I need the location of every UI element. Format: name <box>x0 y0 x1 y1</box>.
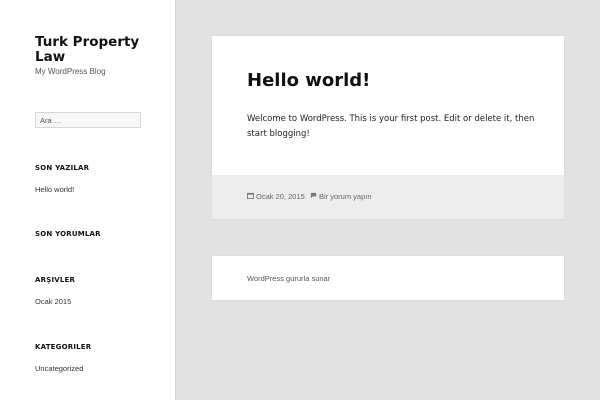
widget-title-recent-comments: SON YORUMLAR <box>35 230 101 238</box>
category-link[interactable]: Uncategorized <box>35 364 83 373</box>
post-content: Welcome to WordPress. This is your first… <box>247 114 535 139</box>
footer-credit-link[interactable]: WordPress gururla sunar <box>247 274 330 283</box>
widget-title-archives: ARŞIVLER <box>35 276 76 284</box>
post-date-text[interactable]: Ocak 20, 2015 <box>256 192 305 201</box>
post-title[interactable]: Hello world! <box>247 70 370 91</box>
comment-icon <box>310 192 317 201</box>
post-date[interactable]: Ocak 20, 2015 <box>247 192 305 201</box>
recent-post-link[interactable]: Hello world! <box>35 185 74 194</box>
site-description: My WordPress Blog <box>35 67 106 76</box>
site-footer: WordPress gururla sunar <box>211 255 565 301</box>
post-card: Hello world! Welcome to WordPress. This … <box>211 35 565 220</box>
post-comment[interactable]: Bir yorum yapın <box>310 192 372 201</box>
sidebar: Turk Property Law My WordPress Blog SON … <box>0 0 176 400</box>
post-footer: Ocak 20, 2015 Bir yorum yapın <box>212 175 564 219</box>
calendar-icon <box>247 192 254 201</box>
widget-title-recent-posts: SON YAZILAR <box>35 164 90 172</box>
search-input[interactable] <box>35 112 141 128</box>
archive-link[interactable]: Ocak 2015 <box>35 297 71 306</box>
site-title[interactable]: Turk Property Law <box>35 35 145 65</box>
comment-link[interactable]: Bir yorum yapın <box>319 192 372 201</box>
widget-title-categories: KATEGORILER <box>35 343 92 351</box>
